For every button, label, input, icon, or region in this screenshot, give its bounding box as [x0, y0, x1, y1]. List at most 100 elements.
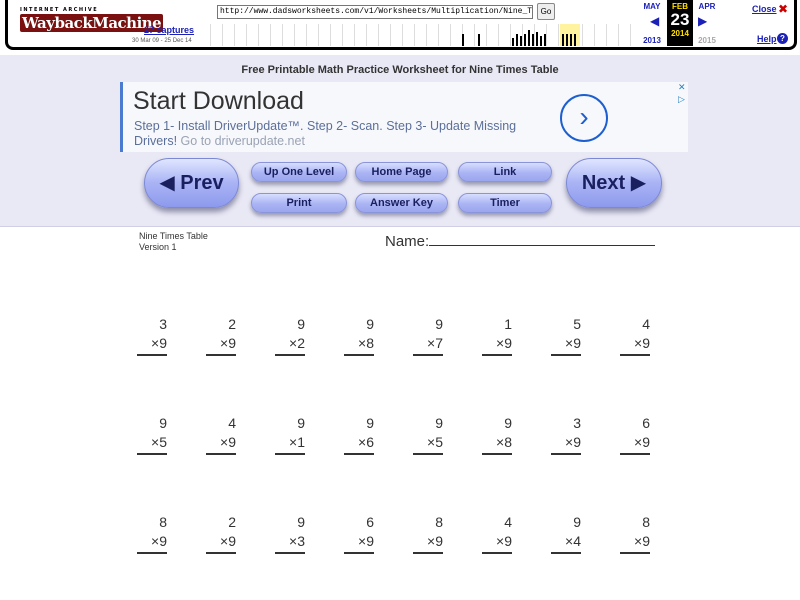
worksheet-title-line1: Nine Times Table	[139, 231, 208, 241]
close-link[interactable]: Close	[752, 4, 777, 14]
problem-multiplier: ×9	[206, 433, 236, 455]
multiplication-problem: 9 ×5	[137, 414, 167, 455]
multiplication-problem: 5 ×9	[551, 315, 581, 356]
spark-bar	[574, 34, 576, 46]
help-icon[interactable]: ?	[777, 33, 788, 44]
page-title: Free Printable Math Practice Worksheet f…	[241, 64, 559, 76]
problem-top-number: 4	[642, 316, 650, 332]
problem-multiplier: ×9	[413, 532, 443, 554]
timer-button[interactable]: Timer	[458, 193, 552, 213]
name-field: Name:	[385, 233, 656, 250]
current-year: 2014	[671, 29, 689, 38]
problem-multiplier: ×8	[482, 433, 512, 455]
problem-top-number: 9	[159, 415, 167, 431]
problem-multiplier: ×9	[620, 334, 650, 356]
print-button[interactable]: Print	[251, 193, 347, 213]
problem-multiplier: ×9	[206, 334, 236, 356]
multiplication-problem: 4 ×9	[482, 513, 512, 554]
problem-multiplier: ×9	[551, 334, 581, 356]
link-button[interactable]: Link	[458, 162, 552, 182]
problem-top-number: 9	[366, 316, 374, 332]
multiplication-problem: 3 ×9	[551, 414, 581, 455]
answer-key-button[interactable]: Answer Key	[355, 193, 448, 213]
problem-top-number: 9	[573, 514, 581, 530]
ad-banner[interactable]: Start Download Step 1- Install DriverUpd…	[120, 82, 688, 152]
problem-top-number: 9	[297, 514, 305, 530]
chevron-right-icon[interactable]: ›	[560, 94, 608, 142]
problem-top-number: 3	[573, 415, 581, 431]
current-day: 23	[670, 10, 690, 29]
problem-top-number: 9	[435, 316, 443, 332]
problem-top-number: 5	[573, 316, 581, 332]
problem-top-number: 9	[504, 415, 512, 431]
capture-sparkline[interactable]	[210, 24, 638, 46]
problem-multiplier: ×9	[620, 532, 650, 554]
spark-bar	[528, 30, 530, 46]
next-capture-arrow-icon[interactable]: ▶	[698, 14, 707, 28]
help-link[interactable]: Help	[757, 34, 777, 44]
spark-bar	[516, 34, 518, 46]
ad-link[interactable]: Go to driverupdate.net	[181, 134, 305, 148]
close-icon[interactable]: ✖	[778, 2, 788, 16]
multiplication-problem: 9 ×4	[551, 513, 581, 554]
spark-bar	[512, 38, 514, 46]
problem-multiplier: ×9	[137, 334, 167, 356]
problem-top-number: 6	[642, 415, 650, 431]
url-input[interactable]: http://www.dadsworksheets.com/v1/Workshe…	[217, 5, 533, 19]
problem-top-number: 4	[228, 415, 236, 431]
spark-bar	[532, 34, 534, 46]
prev-capture-arrow-icon[interactable]: ◀	[650, 14, 659, 28]
problem-top-number: 9	[366, 415, 374, 431]
spark-bar	[524, 34, 526, 46]
wayback-logo[interactable]: INTERNET ARCHIVE WaybackMachine	[20, 7, 164, 37]
ad-title[interactable]: Start Download	[133, 87, 304, 116]
ad-body[interactable]: Step 1- Install DriverUpdate™. Step 2- S…	[134, 119, 554, 149]
worksheet-title: Nine Times Table Version 1	[139, 231, 208, 253]
go-button[interactable]: Go	[537, 3, 555, 20]
problem-multiplier: ×9	[344, 532, 374, 554]
spark-bar	[478, 34, 480, 46]
multiplication-problem: 6 ×9	[620, 414, 650, 455]
problem-top-number: 9	[297, 415, 305, 431]
multiplication-problem: 9 ×8	[482, 414, 512, 455]
problem-multiplier: ×8	[344, 334, 374, 356]
up-one-level-button[interactable]: Up One Level	[251, 162, 347, 182]
multiplication-problem: 9 ×5	[413, 414, 443, 455]
captures-link[interactable]: 27 captures	[144, 25, 194, 35]
problem-top-number: 1	[504, 316, 512, 332]
multiplication-problem: 8 ×9	[620, 513, 650, 554]
multiplication-problem: 8 ×9	[413, 513, 443, 554]
spark-bar	[462, 34, 464, 46]
home-page-button[interactable]: Home Page	[355, 162, 448, 182]
next-month-label[interactable]: APR	[695, 2, 719, 11]
spark-bar	[536, 32, 538, 46]
problem-multiplier: ×9	[482, 532, 512, 554]
multiplication-problem: 6 ×9	[344, 513, 374, 554]
multiplication-problem: 2 ×9	[206, 513, 236, 554]
problem-multiplier: ×9	[137, 532, 167, 554]
prev-year-label[interactable]: 2013	[640, 36, 664, 45]
wayback-logo-small: INTERNET ARCHIVE	[20, 7, 99, 13]
multiplication-problem: 9 ×2	[275, 315, 305, 356]
capture-range: 30 Mar 09 - 25 Dec 14	[132, 38, 192, 44]
prev-month-label[interactable]: MAY	[640, 2, 664, 11]
multiplication-problem: 9 ×8	[344, 315, 374, 356]
multiplication-problem: 9 ×6	[344, 414, 374, 455]
page-header: Free Printable Math Practice Worksheet f…	[0, 55, 800, 227]
worksheet-title-line2: Version 1	[139, 242, 177, 252]
problem-top-number: 2	[228, 514, 236, 530]
multiplication-problem: 3 ×9	[137, 315, 167, 356]
next-button[interactable]: Next ▶	[566, 158, 662, 208]
prev-button[interactable]: ◀ Prev	[144, 158, 239, 208]
problem-top-number: 9	[435, 415, 443, 431]
adchoices-icon[interactable]: ▷	[678, 94, 685, 105]
close-icon[interactable]: ✕	[678, 82, 686, 93]
problem-top-number: 8	[642, 514, 650, 530]
wayback-logo-big: WaybackMachine	[20, 14, 164, 32]
problem-multiplier: ×9	[206, 532, 236, 554]
current-capture-date: FEB 23 2014	[667, 0, 693, 46]
multiplication-problem: 8 ×9	[137, 513, 167, 554]
problem-top-number: 8	[159, 514, 167, 530]
name-blank-line	[429, 234, 656, 246]
spark-bar	[562, 34, 564, 46]
